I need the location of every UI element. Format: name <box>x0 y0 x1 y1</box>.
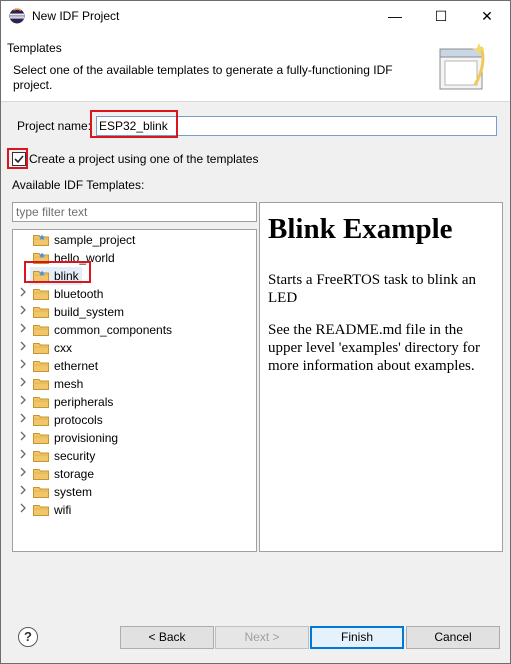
folder-icon <box>33 396 49 408</box>
tree-item[interactable]: cxx <box>13 339 254 357</box>
tree-item[interactable]: storage <box>13 465 254 483</box>
folder-icon <box>33 414 49 426</box>
expand-arrow-icon[interactable] <box>19 359 31 373</box>
help-button[interactable]: ? <box>18 627 38 647</box>
folder-icon <box>33 486 49 498</box>
tree-item-label: mesh <box>54 377 84 391</box>
folder-icon <box>33 324 49 336</box>
expand-arrow-icon[interactable] <box>19 323 31 337</box>
tree-item-label: cxx <box>54 341 72 355</box>
tree-item[interactable]: build_system <box>13 303 254 321</box>
maximize-button[interactable]: ☐ <box>418 1 464 31</box>
tree-item-label: build_system <box>54 305 125 319</box>
folder-icon <box>33 306 49 318</box>
next-button[interactable]: Next > <box>215 626 309 649</box>
tree-item[interactable]: security <box>13 447 254 465</box>
tree-item[interactable]: mesh <box>13 375 254 393</box>
tree-item[interactable]: protocols <box>13 411 254 429</box>
preview-heading: Blink Example <box>268 213 453 245</box>
blink-highlight <box>24 261 91 283</box>
tree-item[interactable]: peripherals <box>13 393 254 411</box>
tree-item[interactable]: common_components <box>13 321 254 339</box>
banner-description: Select one of the available templates to… <box>13 63 393 92</box>
project-name-label: Project name: <box>17 119 92 133</box>
tree-item-label: storage <box>54 467 95 481</box>
expand-arrow-icon[interactable] <box>19 413 31 427</box>
tree-item-label: bluetooth <box>54 287 104 301</box>
folder-icon <box>33 378 49 390</box>
tree-item[interactable]: provisioning <box>13 429 254 447</box>
preview-readme-note: See the README.md file in the upper leve… <box>268 322 480 374</box>
back-button[interactable]: < Back <box>120 626 214 649</box>
expand-arrow-icon[interactable] <box>19 485 31 499</box>
dialog-window: New IDF Project — ☐ ✕ Templates Select o… <box>0 0 511 664</box>
folder-icon <box>33 360 49 372</box>
preview-description: Starts a FreeRTOS task to blink an LED <box>268 272 476 306</box>
eclipse-logo-icon <box>9 8 25 24</box>
tree-item-label: ethernet <box>54 359 99 373</box>
expand-arrow-icon[interactable] <box>19 449 31 463</box>
banner-title: Templates <box>7 41 62 55</box>
expand-arrow-icon[interactable] <box>19 341 31 355</box>
title-bar: New IDF Project — ☐ ✕ <box>1 1 510 31</box>
tree-item[interactable]: ethernet <box>13 357 254 375</box>
minimize-button[interactable]: — <box>372 1 418 31</box>
wizard-banner: Templates Select one of the available te… <box>1 31 510 102</box>
tree-item-label: provisioning <box>54 431 119 445</box>
tree-item-label: peripherals <box>54 395 114 409</box>
tree-item-label: common_components <box>54 323 173 337</box>
tree-item[interactable]: bluetooth <box>13 285 254 303</box>
expand-arrow-icon[interactable] <box>19 377 31 391</box>
folder-icon <box>33 234 49 246</box>
window-title: New IDF Project <box>32 9 120 23</box>
tree-item-label: system <box>54 485 93 499</box>
available-templates-label: Available IDF Templates: <box>12 178 145 192</box>
tree-item-label: protocols <box>54 413 103 427</box>
new-project-wizard-icon <box>439 43 486 90</box>
project-name-highlight <box>90 110 178 138</box>
tree-item[interactable]: wifi <box>13 501 254 519</box>
finish-button[interactable]: Finish <box>310 626 404 649</box>
cancel-button[interactable]: Cancel <box>406 626 500 649</box>
expand-arrow-icon[interactable] <box>19 503 31 517</box>
template-preview: Blink Example Starts a FreeRTOS task to … <box>259 202 503 552</box>
folder-icon <box>33 450 49 462</box>
folder-icon <box>33 504 49 516</box>
folder-icon <box>33 468 49 480</box>
expand-arrow-icon[interactable] <box>19 287 31 301</box>
use-template-label[interactable]: Create a project using one of the templa… <box>29 152 258 166</box>
expand-arrow-icon[interactable] <box>19 395 31 409</box>
tree-item[interactable]: system <box>13 483 254 501</box>
tree-item-label: wifi <box>54 503 72 517</box>
checkbox-highlight <box>7 148 28 169</box>
tree-item-label: security <box>54 449 96 463</box>
expand-arrow-icon[interactable] <box>19 305 31 319</box>
expand-arrow-icon[interactable] <box>19 467 31 481</box>
close-button[interactable]: ✕ <box>464 1 510 31</box>
folder-icon <box>33 342 49 354</box>
tree-item[interactable]: sample_project <box>13 231 254 249</box>
template-filter-input[interactable] <box>12 202 257 222</box>
tree-item-label: sample_project <box>54 233 136 247</box>
folder-icon <box>33 432 49 444</box>
expand-arrow-icon[interactable] <box>19 431 31 445</box>
folder-icon <box>33 288 49 300</box>
